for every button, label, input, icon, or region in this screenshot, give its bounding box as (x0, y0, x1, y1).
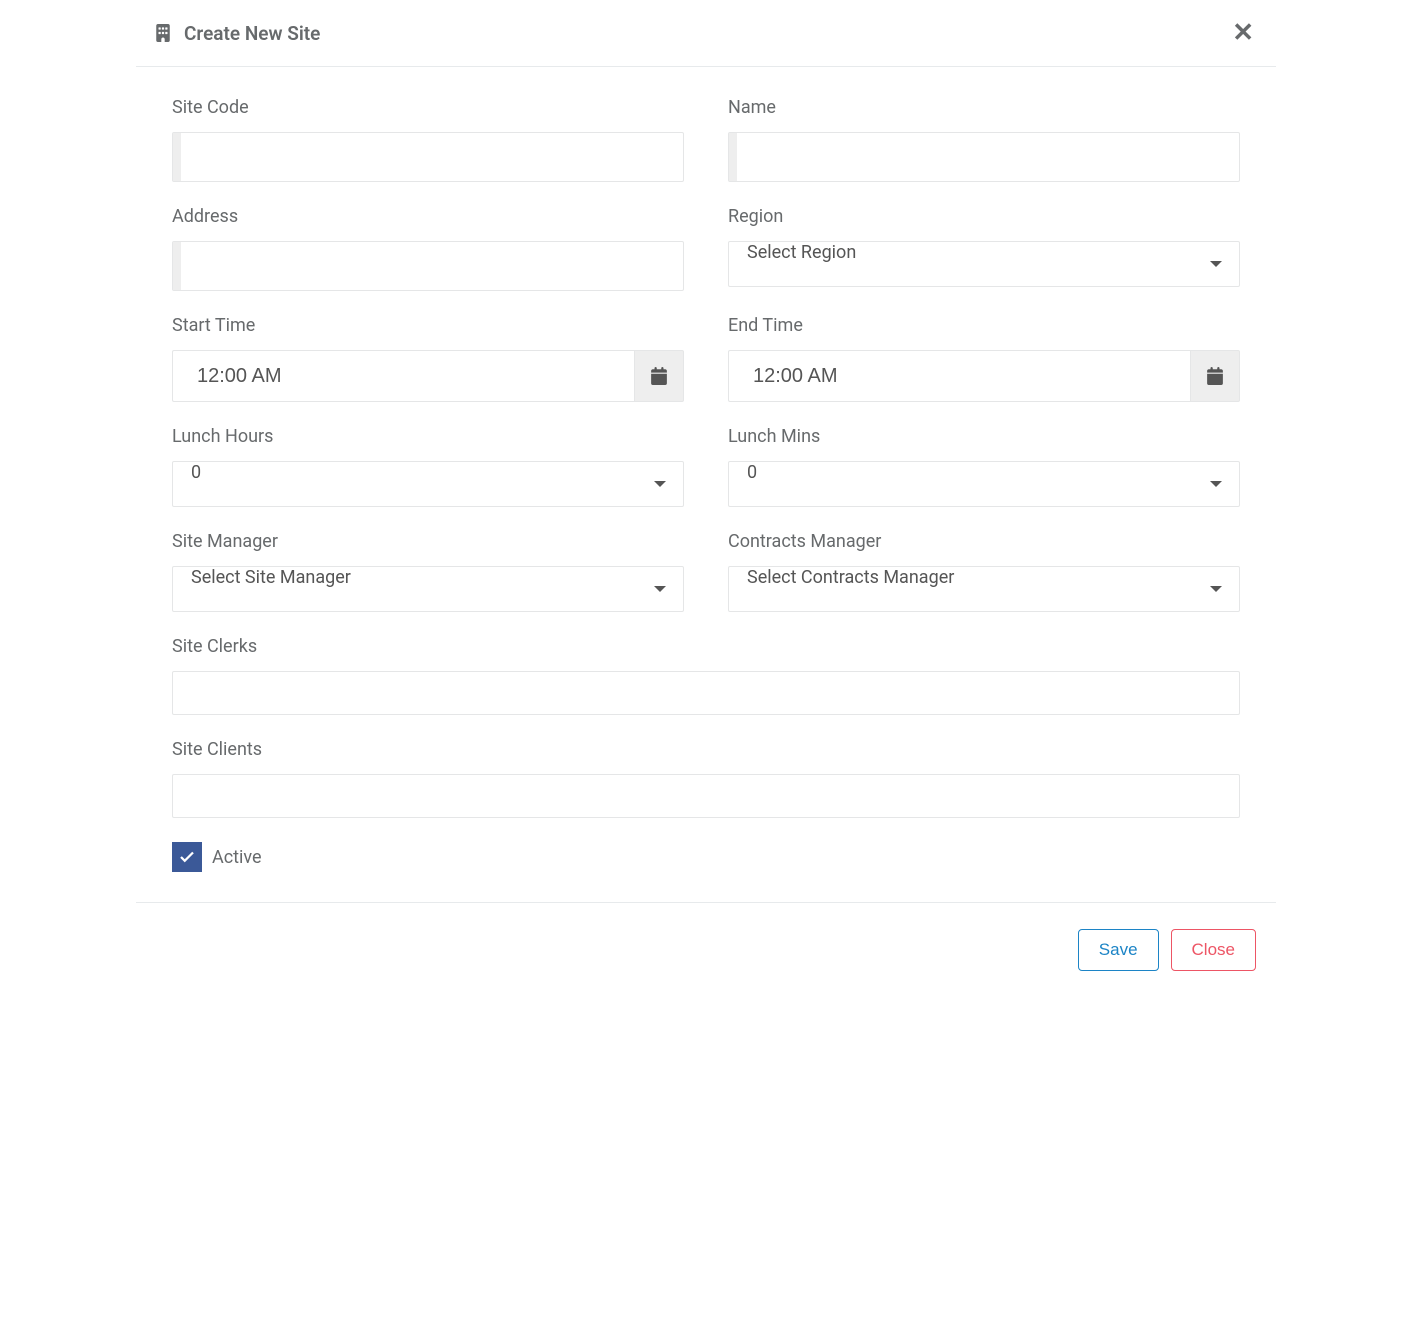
calendar-icon (650, 367, 668, 385)
name-label: Name (728, 97, 1240, 118)
lunch-mins-select[interactable]: 0 (728, 461, 1240, 507)
active-checkbox[interactable] (172, 842, 202, 872)
end-time-picker-button[interactable] (1190, 350, 1240, 402)
close-icon[interactable]: ✕ (1228, 20, 1258, 46)
modal-footer: Save Close (136, 902, 1276, 997)
modal-title: Create New Site (184, 22, 320, 45)
site-code-input[interactable] (172, 132, 684, 182)
region-select[interactable]: Select Region (728, 241, 1240, 287)
active-checkbox-row: Active (172, 842, 1240, 872)
site-clients-label: Site Clients (172, 739, 1240, 760)
active-label: Active (212, 847, 262, 868)
site-manager-label: Site Manager (172, 531, 684, 552)
address-input[interactable] (172, 241, 684, 291)
name-input[interactable] (728, 132, 1240, 182)
close-button[interactable]: Close (1171, 929, 1256, 971)
start-time-label: Start Time (172, 315, 684, 336)
create-site-modal: Create New Site ✕ Site Code Name (136, 0, 1276, 997)
start-time-picker-button[interactable] (634, 350, 684, 402)
check-icon (178, 848, 196, 866)
address-label: Address (172, 206, 684, 227)
name-prefix (729, 133, 737, 181)
end-time-label: End Time (728, 315, 1240, 336)
site-code-prefix (173, 133, 181, 181)
address-prefix (173, 242, 181, 290)
building-icon (154, 24, 172, 42)
region-label: Region (728, 206, 1240, 227)
site-code-label: Site Code (172, 97, 684, 118)
save-button[interactable]: Save (1078, 929, 1159, 971)
end-time-input[interactable] (728, 350, 1190, 402)
lunch-mins-label: Lunch Mins (728, 426, 1240, 447)
modal-body: Site Code Name Address (136, 67, 1276, 902)
site-clients-input[interactable] (172, 774, 1240, 818)
contracts-manager-label: Contracts Manager (728, 531, 1240, 552)
start-time-input[interactable] (172, 350, 634, 402)
site-clerks-input[interactable] (172, 671, 1240, 715)
calendar-icon (1206, 367, 1224, 385)
lunch-hours-label: Lunch Hours (172, 426, 684, 447)
modal-header-left: Create New Site (154, 22, 320, 45)
site-clerks-label: Site Clerks (172, 636, 1240, 657)
site-manager-select[interactable]: Select Site Manager (172, 566, 684, 612)
modal-header: Create New Site ✕ (136, 0, 1276, 67)
contracts-manager-select[interactable]: Select Contracts Manager (728, 566, 1240, 612)
lunch-hours-select[interactable]: 0 (172, 461, 684, 507)
